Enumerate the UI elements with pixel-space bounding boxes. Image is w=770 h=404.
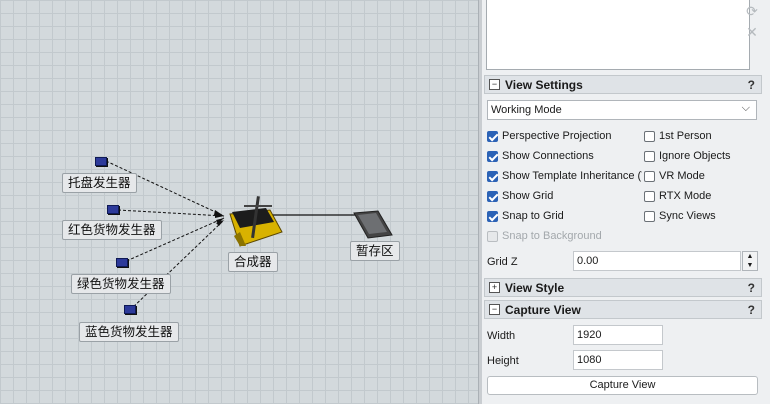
checkbox-label: Snap to Background — [502, 230, 602, 242]
grid-z-spinner[interactable]: ▲ ▼ — [742, 251, 758, 271]
checkbox-label: Perspective Projection — [502, 130, 612, 142]
first-person-checkbox[interactable]: 1st Person — [644, 130, 754, 146]
view-style-title: View Style — [505, 281, 565, 295]
checkbox-box[interactable] — [487, 171, 498, 182]
checkbox-box[interactable] — [644, 171, 655, 182]
height-label: Height — [487, 355, 519, 367]
view-settings-header[interactable]: − View Settings ? — [484, 75, 762, 94]
sync-views-checkbox[interactable]: Sync Views — [644, 210, 754, 226]
checkbox-label: Show Grid — [502, 190, 554, 202]
working-mode-dropdown[interactable]: Working Mode ⌵ — [487, 100, 757, 120]
checkbox-label: VR Mode — [659, 170, 705, 182]
queue-object — [353, 210, 393, 239]
notes-textbox[interactable] — [486, 0, 750, 70]
connection-line — [117, 209, 225, 217]
connections-layer — [105, 160, 393, 311]
expand-icon[interactable]: + — [489, 282, 500, 293]
grid-z-label: Grid Z — [487, 256, 518, 268]
checkbox-label: Snap to Grid — [502, 210, 564, 222]
combiner-object — [229, 196, 283, 247]
ignore-objects-checkbox[interactable]: Ignore Objects — [644, 150, 754, 166]
view-style-header[interactable]: + View Style ? — [484, 278, 762, 297]
show-grid-checkbox[interactable]: Show Grid — [487, 190, 642, 206]
combiner-label: 合成器 — [228, 252, 278, 272]
view-settings-title: View Settings — [505, 78, 583, 92]
queue-label: 暂存区 — [350, 241, 400, 261]
3d-viewport[interactable]: 托盘发生器 红色货物发生器 绿色货物发生器 蓝色货物发生器 合成器 暂存区 — [0, 0, 478, 404]
height-field[interactable]: 1080 — [573, 350, 663, 370]
connection-arrowheads — [214, 210, 224, 226]
checkbox-box[interactable] — [487, 211, 498, 222]
properties-panel: ⟳ ✕ − View Settings ? Working Mode ⌵ Per… — [482, 0, 770, 404]
checkbox-box[interactable] — [487, 191, 498, 202]
help-icon[interactable]: ? — [748, 281, 755, 295]
checkbox-box[interactable] — [644, 211, 655, 222]
checkbox-box[interactable] — [487, 151, 498, 162]
rtx-mode-checkbox[interactable]: RTX Mode — [644, 190, 754, 206]
snap-to-grid-checkbox[interactable]: Snap to Grid — [487, 210, 642, 226]
width-label: Width — [487, 330, 516, 342]
checkbox-box — [487, 231, 498, 242]
red-source-object[interactable] — [107, 205, 119, 214]
checkbox-label: 1st Person — [659, 130, 712, 142]
pallet-source-object[interactable] — [95, 157, 107, 166]
vr-mode-checkbox[interactable]: VR Mode — [644, 170, 754, 186]
capture-view-title: Capture View — [505, 303, 581, 317]
checkbox-box[interactable] — [644, 131, 655, 142]
blue-source-object[interactable] — [124, 305, 136, 314]
help-icon[interactable]: ? — [748, 78, 755, 92]
chevron-down-icon: ⌵ — [741, 102, 750, 114]
capture-view-header[interactable]: − Capture View ? — [484, 300, 762, 319]
snap-to-background-checkbox: Snap to Background — [487, 230, 642, 246]
green-source-label: 绿色货物发生器 — [71, 274, 171, 294]
checkbox-box[interactable] — [644, 151, 655, 162]
checkbox-label: Show Connections — [502, 150, 594, 162]
show-connections-checkbox[interactable]: Show Connections — [487, 150, 642, 166]
green-source-object[interactable] — [116, 258, 128, 267]
close-icon[interactable]: ✕ — [745, 25, 759, 39]
help-icon[interactable]: ? — [748, 303, 755, 317]
grid-z-field[interactable]: 0.00 — [573, 251, 741, 271]
width-field[interactable]: 1920 — [573, 325, 663, 345]
collapse-icon[interactable]: − — [489, 79, 500, 90]
blue-source-label: 蓝色货物发生器 — [79, 322, 179, 342]
show-template-inheritance-checkbox[interactable]: Show Template Inheritance (T — [487, 170, 642, 186]
checkbox-label: Ignore Objects — [659, 150, 731, 162]
red-source-label: 红色货物发生器 — [62, 220, 162, 240]
checkbox-box[interactable] — [644, 191, 655, 202]
refresh-icon[interactable]: ⟳ — [745, 4, 759, 18]
working-mode-value: Working Mode — [491, 104, 562, 116]
pallet-source-label: 托盘发生器 — [62, 173, 137, 193]
collapse-icon[interactable]: − — [489, 304, 500, 315]
checkbox-label: Show Template Inheritance (T — [502, 170, 642, 182]
capture-view-button[interactable]: Capture View — [487, 376, 758, 395]
perspective-projection-checkbox[interactable]: Perspective Projection — [487, 130, 642, 146]
checkbox-label: RTX Mode — [659, 190, 712, 202]
checkbox-label: Sync Views — [659, 210, 716, 222]
checkbox-box[interactable] — [487, 131, 498, 142]
